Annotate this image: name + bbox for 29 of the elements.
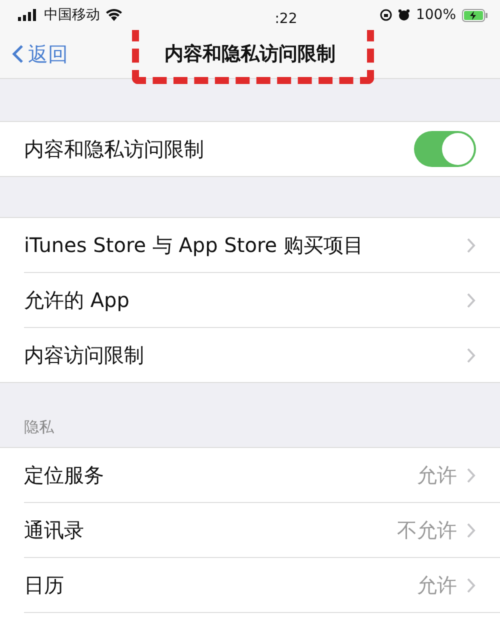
row-value: 允许 xyxy=(417,462,457,488)
menu-item[interactable]: 内容访问限制 xyxy=(24,342,144,368)
page-title: 内容和隐私访问限制 xyxy=(164,42,336,67)
menu-item[interactable]: iTunes Store 与 App Store 购买项目 xyxy=(24,232,364,258)
back-button[interactable]: 返回 xyxy=(12,40,68,68)
row-value: 不允许 xyxy=(397,516,457,544)
menu-item[interactable]: 通讯录 xyxy=(24,516,84,544)
row-label: 内容和隐私访问限制 xyxy=(24,136,204,162)
row-value: 允许 xyxy=(417,572,457,598)
rotation-lock-icon xyxy=(380,9,392,21)
status-time: :22 xyxy=(274,11,298,27)
alarm-clock-icon xyxy=(398,9,410,21)
menu-item[interactable]: 定位服务 xyxy=(24,462,104,488)
chevron-icon xyxy=(467,468,476,482)
chevron-icon xyxy=(467,292,476,308)
battery-charging-icon xyxy=(462,8,488,22)
chevron-icon xyxy=(467,238,476,252)
menu-item[interactable]: 日历 xyxy=(24,572,64,598)
back-chevron-icon xyxy=(12,44,24,64)
section-header: 隐私 xyxy=(24,418,54,437)
carrier-name: 中国移动 xyxy=(44,6,100,24)
chevron-icon xyxy=(467,522,476,538)
chevron-icon xyxy=(467,578,476,592)
toggle-switch[interactable] xyxy=(414,131,476,167)
chevron-icon xyxy=(467,348,476,362)
wifi-icon xyxy=(106,9,122,21)
signal-icon xyxy=(18,9,38,21)
battery-percent: 100% xyxy=(416,7,456,23)
menu-item[interactable]: 允许的 App xyxy=(24,286,130,314)
